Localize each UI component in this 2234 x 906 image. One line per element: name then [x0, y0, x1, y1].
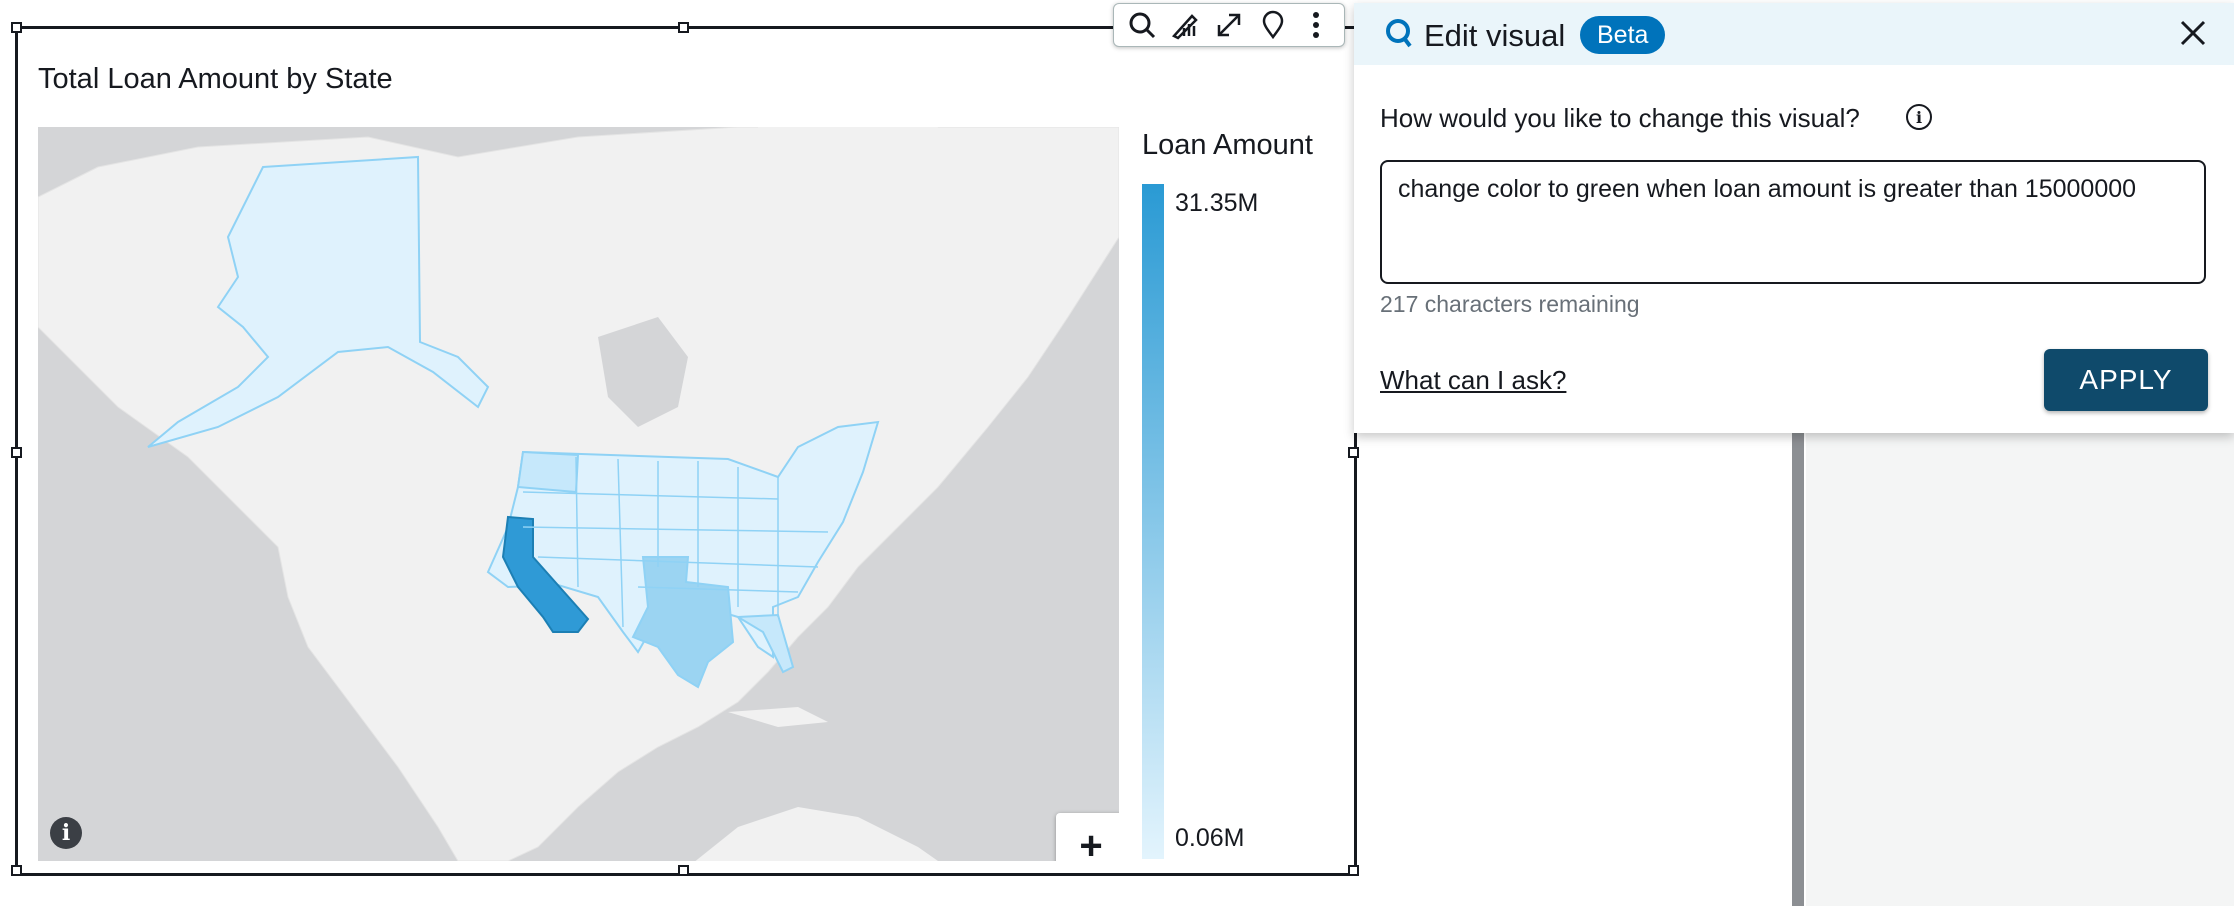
- pane-divider[interactable]: [1792, 425, 1804, 906]
- edit-panel-title: Edit visual: [1424, 18, 1566, 53]
- resize-handle-right[interactable]: [1348, 447, 1359, 458]
- apply-button[interactable]: APPLY: [2044, 349, 2208, 411]
- edit-panel-header: Edit visual Beta: [1354, 3, 2234, 65]
- edit-visual-panel: Edit visual Beta How would you like to c…: [1354, 3, 2234, 433]
- what-can-i-ask-link[interactable]: What can I ask?: [1380, 365, 1566, 396]
- resize-handle-left[interactable]: [11, 447, 22, 458]
- more-options-icon[interactable]: [1299, 8, 1333, 42]
- question-label: How would you like to change this visual…: [1380, 103, 1860, 133]
- visual-card[interactable]: Total Loan Amount by State + i Loan Amou…: [11, 22, 1359, 876]
- expand-icon[interactable]: [1212, 8, 1246, 42]
- prompt-input[interactable]: change color to green when loan amount i…: [1380, 160, 2206, 284]
- close-icon[interactable]: [2178, 18, 2208, 53]
- zoom-controls: + −: [1056, 813, 1119, 861]
- map-canvas: [38, 127, 1119, 861]
- legend-color-scale: [1142, 184, 1164, 859]
- visual-title: Total Loan Amount by State: [38, 63, 393, 95]
- pin-icon[interactable]: [1256, 8, 1290, 42]
- right-pane: [1806, 425, 2234, 906]
- resize-handle-bottom[interactable]: [678, 865, 689, 876]
- state-washington: [516, 450, 580, 494]
- beta-badge: Beta: [1580, 16, 1666, 54]
- q-icon: [1384, 17, 1414, 54]
- zoom-in-button[interactable]: +: [1056, 813, 1119, 861]
- visual-toolbar: [1113, 3, 1345, 47]
- question-info-icon[interactable]: i: [1906, 104, 1932, 130]
- legend-title: Loan Amount: [1142, 129, 1313, 161]
- choropleth-map[interactable]: + −: [38, 127, 1119, 861]
- info-icon[interactable]: i: [50, 817, 82, 849]
- caribbean: [728, 707, 828, 727]
- search-icon[interactable]: [1125, 8, 1159, 42]
- legend-max-label: 31.35M: [1175, 189, 1259, 217]
- resize-handle-top[interactable]: [678, 22, 689, 33]
- resize-handle-top-left[interactable]: [11, 22, 22, 33]
- legend-min-label: 0.06M: [1175, 824, 1245, 852]
- resize-handle-bottom-left[interactable]: [11, 865, 22, 876]
- resize-handle-bottom-right[interactable]: [1348, 865, 1359, 876]
- format-icon[interactable]: [1168, 8, 1202, 42]
- char-count: 217 characters remaining: [1380, 291, 1640, 317]
- island: [695, 807, 938, 861]
